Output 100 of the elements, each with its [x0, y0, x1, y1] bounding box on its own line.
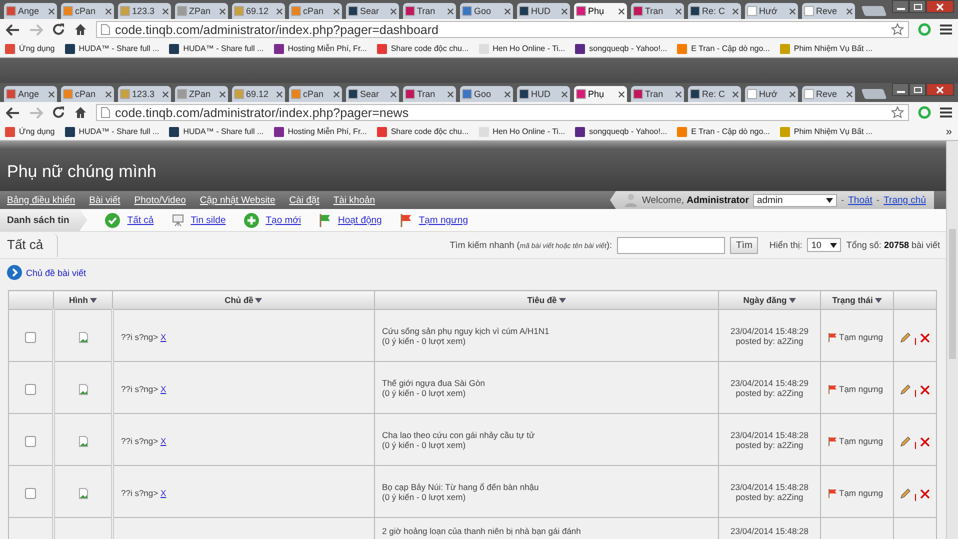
column-header[interactable]: Hình: [54, 290, 112, 310]
new-tab-button[interactable]: [861, 6, 887, 16]
browser-tab[interactable]: 69.12: [232, 3, 285, 19]
column-header[interactable]: Ngày đăng: [718, 290, 820, 310]
close-icon[interactable]: [276, 90, 283, 98]
browser-tab[interactable]: Tran: [403, 3, 456, 19]
bookmark-link[interactable]: HUDA™ - Share full ...: [78, 44, 160, 53]
close-icon[interactable]: [618, 8, 625, 14]
browser-tab[interactable]: Hướ: [745, 3, 798, 19]
row-checkbox[interactable]: [25, 332, 36, 343]
filter-link[interactable]: Tin silde: [190, 214, 226, 226]
search-field[interactable]: [617, 236, 726, 254]
browser-tab[interactable]: Sear: [346, 86, 399, 102]
menu-icon[interactable]: [940, 24, 952, 35]
back-icon[interactable]: [6, 106, 20, 118]
page-size-select[interactable]: 10: [807, 238, 842, 252]
nav-link[interactable]: Cài đặt: [289, 194, 320, 206]
close-icon[interactable]: [504, 8, 511, 14]
close-icon[interactable]: [789, 8, 796, 14]
bookmark-link[interactable]: songqueqb - Yahoo!...: [589, 44, 668, 53]
browser-tab[interactable]: Tran: [631, 86, 684, 102]
row-checkbox[interactable]: [25, 436, 36, 447]
extension-icon[interactable]: [918, 106, 931, 119]
bookmark-link[interactable]: Phim Nhiệm Vụ Bất ...: [794, 127, 873, 136]
browser-tab[interactable]: Reve: [802, 3, 855, 19]
browser-tab[interactable]: Sear: [346, 3, 399, 19]
bookmark-link[interactable]: HUDA™ - Share full ...: [78, 127, 160, 136]
close-icon[interactable]: [732, 90, 739, 98]
nav-link[interactable]: Tài khoản: [333, 194, 376, 206]
close-icon[interactable]: [48, 90, 55, 98]
minimize-button[interactable]: [892, 0, 909, 13]
bookmark-link[interactable]: E Tran - Cập dò ngo...: [691, 127, 770, 136]
topic-link[interactable]: X: [160, 488, 166, 498]
close-icon[interactable]: [162, 8, 169, 14]
close-icon[interactable]: [675, 8, 682, 14]
close-icon[interactable]: [105, 8, 112, 14]
nav-link[interactable]: Cập nhật Website: [200, 194, 276, 206]
close-icon[interactable]: [732, 8, 739, 14]
menu-icon[interactable]: [940, 107, 952, 118]
star-icon[interactable]: [891, 106, 904, 119]
bookmark-link[interactable]: HUDA™ - Share full ...: [183, 127, 264, 136]
close-icon[interactable]: [48, 8, 55, 14]
column-header[interactable]: Trạng thái: [820, 290, 894, 310]
close-icon[interactable]: [333, 8, 340, 14]
filter-link[interactable]: Tất cả: [127, 214, 154, 226]
browser-tab[interactable]: Phụ: [574, 86, 627, 102]
restore-button[interactable]: [909, 83, 926, 96]
bookmark-link[interactable]: Hen Ho Online - Ti...: [492, 44, 566, 53]
close-icon[interactable]: [846, 8, 853, 14]
nav-link[interactable]: Bảng điều khiển: [7, 194, 76, 206]
nav-link[interactable]: Bài viết: [89, 194, 120, 206]
browser-tab[interactable]: cPan: [61, 3, 114, 19]
bookmark-link[interactable]: Hen Ho Online - Ti...: [492, 127, 566, 136]
home-icon[interactable]: [74, 106, 87, 119]
more-bookmarks-button[interactable]: »: [946, 126, 952, 138]
close-button[interactable]: [926, 0, 954, 13]
browser-tab[interactable]: ZPan: [175, 86, 228, 102]
search-button[interactable]: Tìm: [730, 236, 758, 254]
edit-pencil-icon[interactable]: [900, 384, 911, 395]
header-link[interactable]: Trang chủ: [884, 194, 926, 206]
close-icon[interactable]: [219, 90, 226, 98]
edit-pencil-icon[interactable]: [900, 436, 911, 447]
reload-icon[interactable]: [52, 106, 65, 119]
user-select[interactable]: admin: [752, 194, 837, 206]
section-link[interactable]: Chủ đề bài viết: [26, 268, 86, 278]
browser-tab[interactable]: Reve: [802, 86, 855, 102]
extension-icon[interactable]: [918, 23, 931, 36]
browser-tab[interactable]: 69.12: [232, 86, 285, 102]
edit-pencil-icon[interactable]: [900, 332, 911, 343]
row-checkbox[interactable]: [25, 488, 36, 499]
delete-icon[interactable]: [920, 489, 930, 499]
close-icon[interactable]: [333, 90, 340, 98]
close-icon[interactable]: [447, 8, 454, 14]
bookmark-link[interactable]: HUDA™ - Share full ...: [183, 44, 264, 53]
browser-tab[interactable]: ZPan: [175, 3, 228, 19]
browser-tab[interactable]: Goo: [460, 86, 513, 102]
scrollbar[interactable]: [946, 141, 958, 539]
close-icon[interactable]: [675, 90, 682, 98]
bookmark-link[interactable]: Ứng dụng: [19, 127, 55, 136]
close-icon[interactable]: [504, 90, 511, 98]
bookmark-link[interactable]: Share code độc chu...: [390, 44, 469, 53]
close-icon[interactable]: [447, 90, 454, 98]
close-icon[interactable]: [390, 8, 397, 14]
close-icon[interactable]: [561, 90, 568, 98]
star-icon[interactable]: [891, 23, 904, 36]
topic-link[interactable]: X: [160, 332, 166, 342]
page-tab[interactable]: Tất cả: [0, 233, 58, 257]
delete-icon[interactable]: [920, 437, 930, 447]
back-icon[interactable]: [6, 24, 20, 36]
browser-tab[interactable]: 123.3: [118, 86, 171, 102]
bookmark-link[interactable]: Hosting Miễn Phí, Fr...: [288, 127, 367, 136]
browser-tab[interactable]: Phụ: [574, 3, 627, 19]
browser-tab[interactable]: Hướ: [745, 86, 798, 102]
browser-tab[interactable]: Re: C: [688, 86, 741, 102]
bookmark-link[interactable]: Phim Nhiệm Vụ Bất ...: [794, 44, 873, 53]
close-icon[interactable]: [618, 90, 625, 98]
close-icon[interactable]: [219, 8, 226, 14]
bookmark-link[interactable]: Ứng dụng: [19, 44, 55, 53]
filter-link[interactable]: Tạm ngưng: [418, 214, 468, 226]
bookmark-link[interactable]: Hosting Miễn Phí, Fr...: [288, 44, 367, 53]
